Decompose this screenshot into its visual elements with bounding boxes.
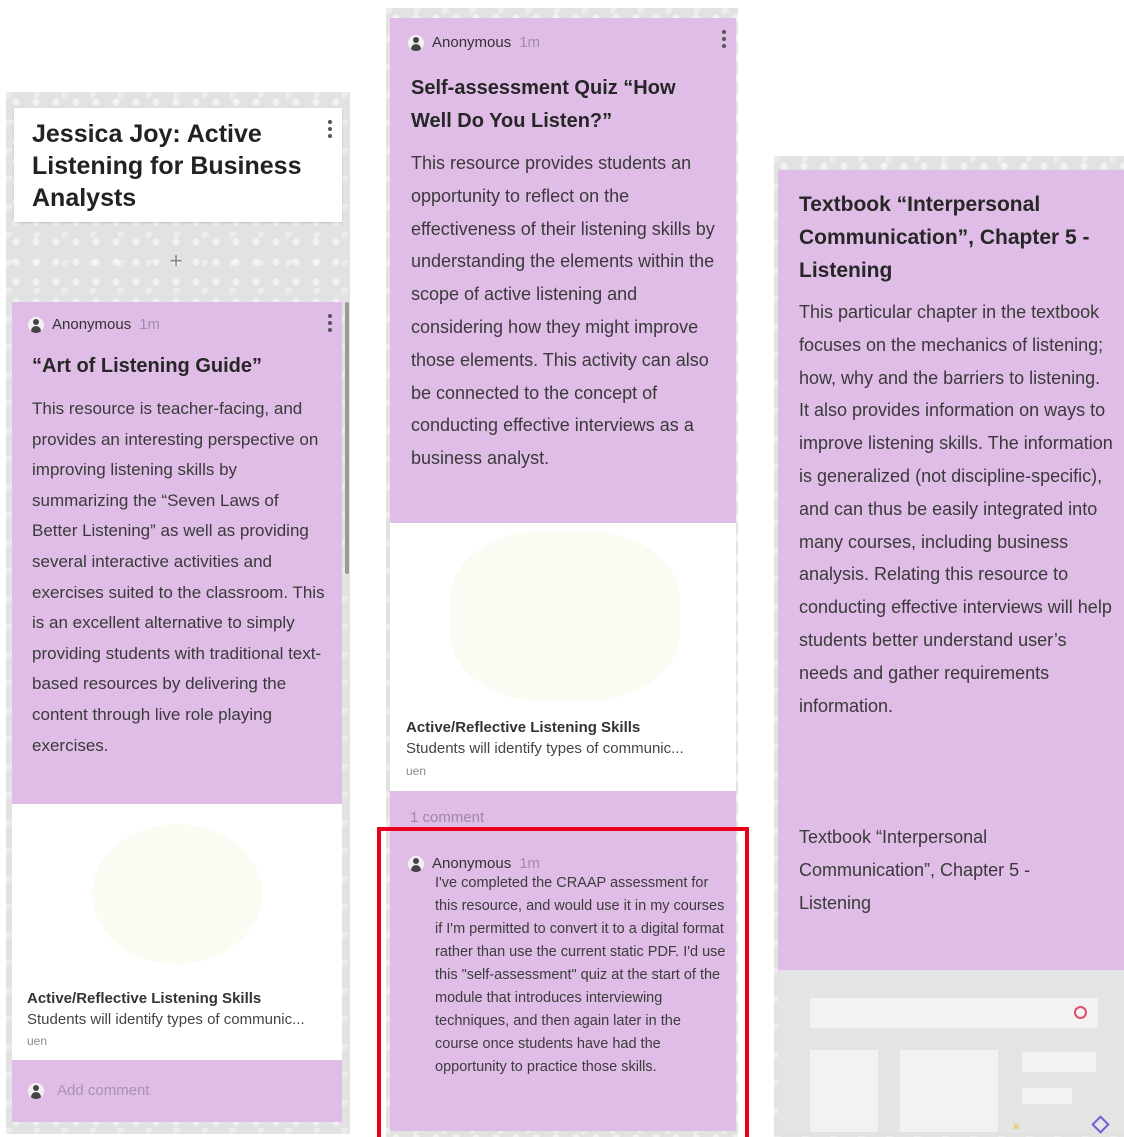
add-comment-bar[interactable]: Add comment [12, 1060, 342, 1122]
section-header: Jessica Joy: Active Listening for Busine… [14, 108, 342, 222]
link-description: Students will identify types of communic… [406, 740, 684, 757]
post-menu-icon[interactable] [721, 30, 727, 48]
attachment-name: Textbook “Interpersonal Communication”, … [799, 827, 1031, 913]
post-menu-icon[interactable] [327, 314, 333, 332]
link-source: uen [27, 1034, 48, 1048]
post-time: 1m [519, 34, 541, 51]
post-card-textbook-chapter[interactable]: Textbook “Interpersonal Communication”, … [778, 170, 1124, 970]
avatar-icon [408, 855, 424, 872]
post-author-row: Anonymous 1m [408, 34, 540, 51]
preview-block-2 [900, 1050, 998, 1132]
post-card-art-of-listening[interactable]: Anonymous 1m “Art of Listening Guide” Th… [12, 302, 342, 804]
add-post-button[interactable]: + [166, 248, 186, 274]
diamond-icon [1091, 1115, 1110, 1134]
comment-text: I've completed the CRAAP assessment for … [435, 875, 726, 1075]
post-time: 1m [139, 316, 161, 333]
highlighted-comment: Anonymous 1m I've completed the CRAAP as… [377, 827, 749, 1137]
link-preview[interactable]: Active/Reflective Listening Skills Stude… [12, 804, 342, 1060]
link-preview[interactable]: Active/Reflective Listening Skills Stude… [390, 523, 736, 791]
cross-icon: × [1012, 1118, 1021, 1134]
circle-icon [1074, 1006, 1087, 1019]
post-body: This particular chapter in the textbook … [799, 302, 1113, 716]
post-author-row: Anonymous 1m [28, 316, 160, 333]
section-menu-icon[interactable] [327, 120, 333, 138]
post-card-self-assessment-quiz[interactable]: Anonymous 1m Self-assessment Quiz “How W… [390, 18, 736, 523]
preview-block-4 [1022, 1088, 1072, 1104]
link-description: Students will identify types of communic… [27, 1011, 305, 1028]
link-title: Active/Reflective Listening Skills [406, 719, 641, 736]
post-title: Textbook “Interpersonal Communication”, … [799, 193, 1090, 282]
post-author: Anonymous [52, 316, 132, 333]
link-preview-image [450, 531, 680, 701]
preview-block-1 [810, 1050, 878, 1132]
avatar-icon [28, 316, 44, 333]
preview-block-3 [1022, 1052, 1096, 1072]
avatar-icon [28, 1083, 44, 1099]
link-title: Active/Reflective Listening Skills [27, 990, 262, 1007]
comment-author-row: Anonymous 1m [408, 855, 540, 872]
post-title: “Art of Listening Guide” [32, 355, 262, 377]
add-comment-input[interactable]: Add comment [57, 1082, 150, 1099]
comment-count[interactable]: 1 comment [410, 809, 484, 826]
preview-search-bar [810, 998, 1098, 1028]
post-body: This resource provides students an oppor… [411, 153, 715, 469]
attachment-preview[interactable]: × [778, 970, 1124, 1134]
link-preview-image [92, 824, 262, 964]
post-body: This resource is teacher-facing, and pro… [32, 399, 325, 755]
comment-time: 1m [519, 855, 541, 872]
comment-author: Anonymous [432, 855, 512, 872]
link-source: uen [406, 764, 427, 778]
avatar-icon [408, 34, 424, 51]
scrollbar-thumb[interactable] [345, 302, 349, 574]
section-title: Jessica Joy: Active Listening for Busine… [32, 120, 302, 212]
post-title: Self-assessment Quiz “How Well Do You Li… [411, 77, 676, 132]
post-author: Anonymous [432, 34, 512, 51]
